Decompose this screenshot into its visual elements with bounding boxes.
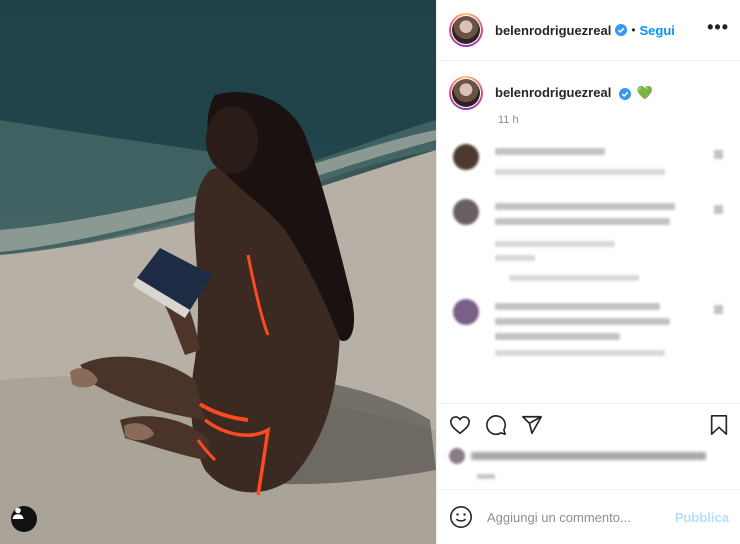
heart-icon[interactable] bbox=[714, 205, 723, 214]
comment-button[interactable] bbox=[485, 414, 507, 436]
user-tag-icon bbox=[12, 507, 24, 519]
likes-summary[interactable] bbox=[449, 448, 729, 464]
header-username[interactable]: belenrodriguezreal bbox=[495, 23, 611, 38]
heart-icon[interactable] bbox=[714, 150, 723, 159]
avatar[interactable] bbox=[453, 144, 479, 170]
like-button[interactable] bbox=[449, 414, 471, 436]
avatar[interactable] bbox=[449, 13, 483, 47]
list-item bbox=[449, 271, 729, 289]
caption-username[interactable]: belenrodriguezreal bbox=[495, 85, 611, 100]
follow-button[interactable]: Segui bbox=[640, 23, 675, 38]
heart-icon[interactable] bbox=[714, 305, 723, 314]
post-date bbox=[477, 474, 495, 479]
caption-avatar[interactable] bbox=[449, 76, 483, 110]
user-tag-button[interactable] bbox=[11, 506, 37, 532]
comment-input[interactable] bbox=[487, 509, 675, 525]
heart-icon bbox=[450, 416, 470, 435]
verified-icon bbox=[618, 87, 631, 100]
post-header: belenrodriguezreal • Segui ••• bbox=[437, 0, 740, 61]
post-photo[interactable] bbox=[0, 0, 436, 544]
avatar[interactable] bbox=[453, 299, 479, 325]
caption-emoji: 💚 bbox=[636, 85, 653, 100]
beach-scene bbox=[0, 0, 436, 544]
publish-button[interactable]: Pubblica bbox=[675, 510, 729, 525]
avatar[interactable] bbox=[453, 199, 479, 225]
more-options-icon[interactable]: ••• bbox=[707, 18, 729, 36]
add-comment-bar: Pubblica bbox=[437, 489, 740, 544]
share-icon bbox=[522, 415, 542, 435]
comment-icon bbox=[486, 415, 507, 436]
caption: belenrodriguezreal 💚 bbox=[449, 76, 729, 110]
verified-icon bbox=[615, 24, 628, 36]
list-item bbox=[449, 299, 729, 364]
save-icon bbox=[710, 415, 728, 435]
avatar bbox=[449, 448, 465, 464]
post-side-panel: belenrodriguezreal • Segui ••• belenrodr… bbox=[436, 0, 740, 544]
list-item bbox=[449, 144, 729, 183]
post-time[interactable]: 11 h bbox=[498, 114, 729, 126]
comments-list[interactable]: belenrodriguezreal 💚 11 h bbox=[437, 62, 740, 402]
emoji-button[interactable] bbox=[449, 505, 473, 529]
avatar-image bbox=[452, 16, 480, 44]
separator: • bbox=[631, 23, 636, 37]
list-item bbox=[449, 199, 729, 269]
share-button[interactable] bbox=[521, 414, 543, 436]
post-actions bbox=[437, 403, 740, 488]
save-button[interactable] bbox=[709, 414, 729, 436]
emoji-icon bbox=[450, 506, 472, 528]
